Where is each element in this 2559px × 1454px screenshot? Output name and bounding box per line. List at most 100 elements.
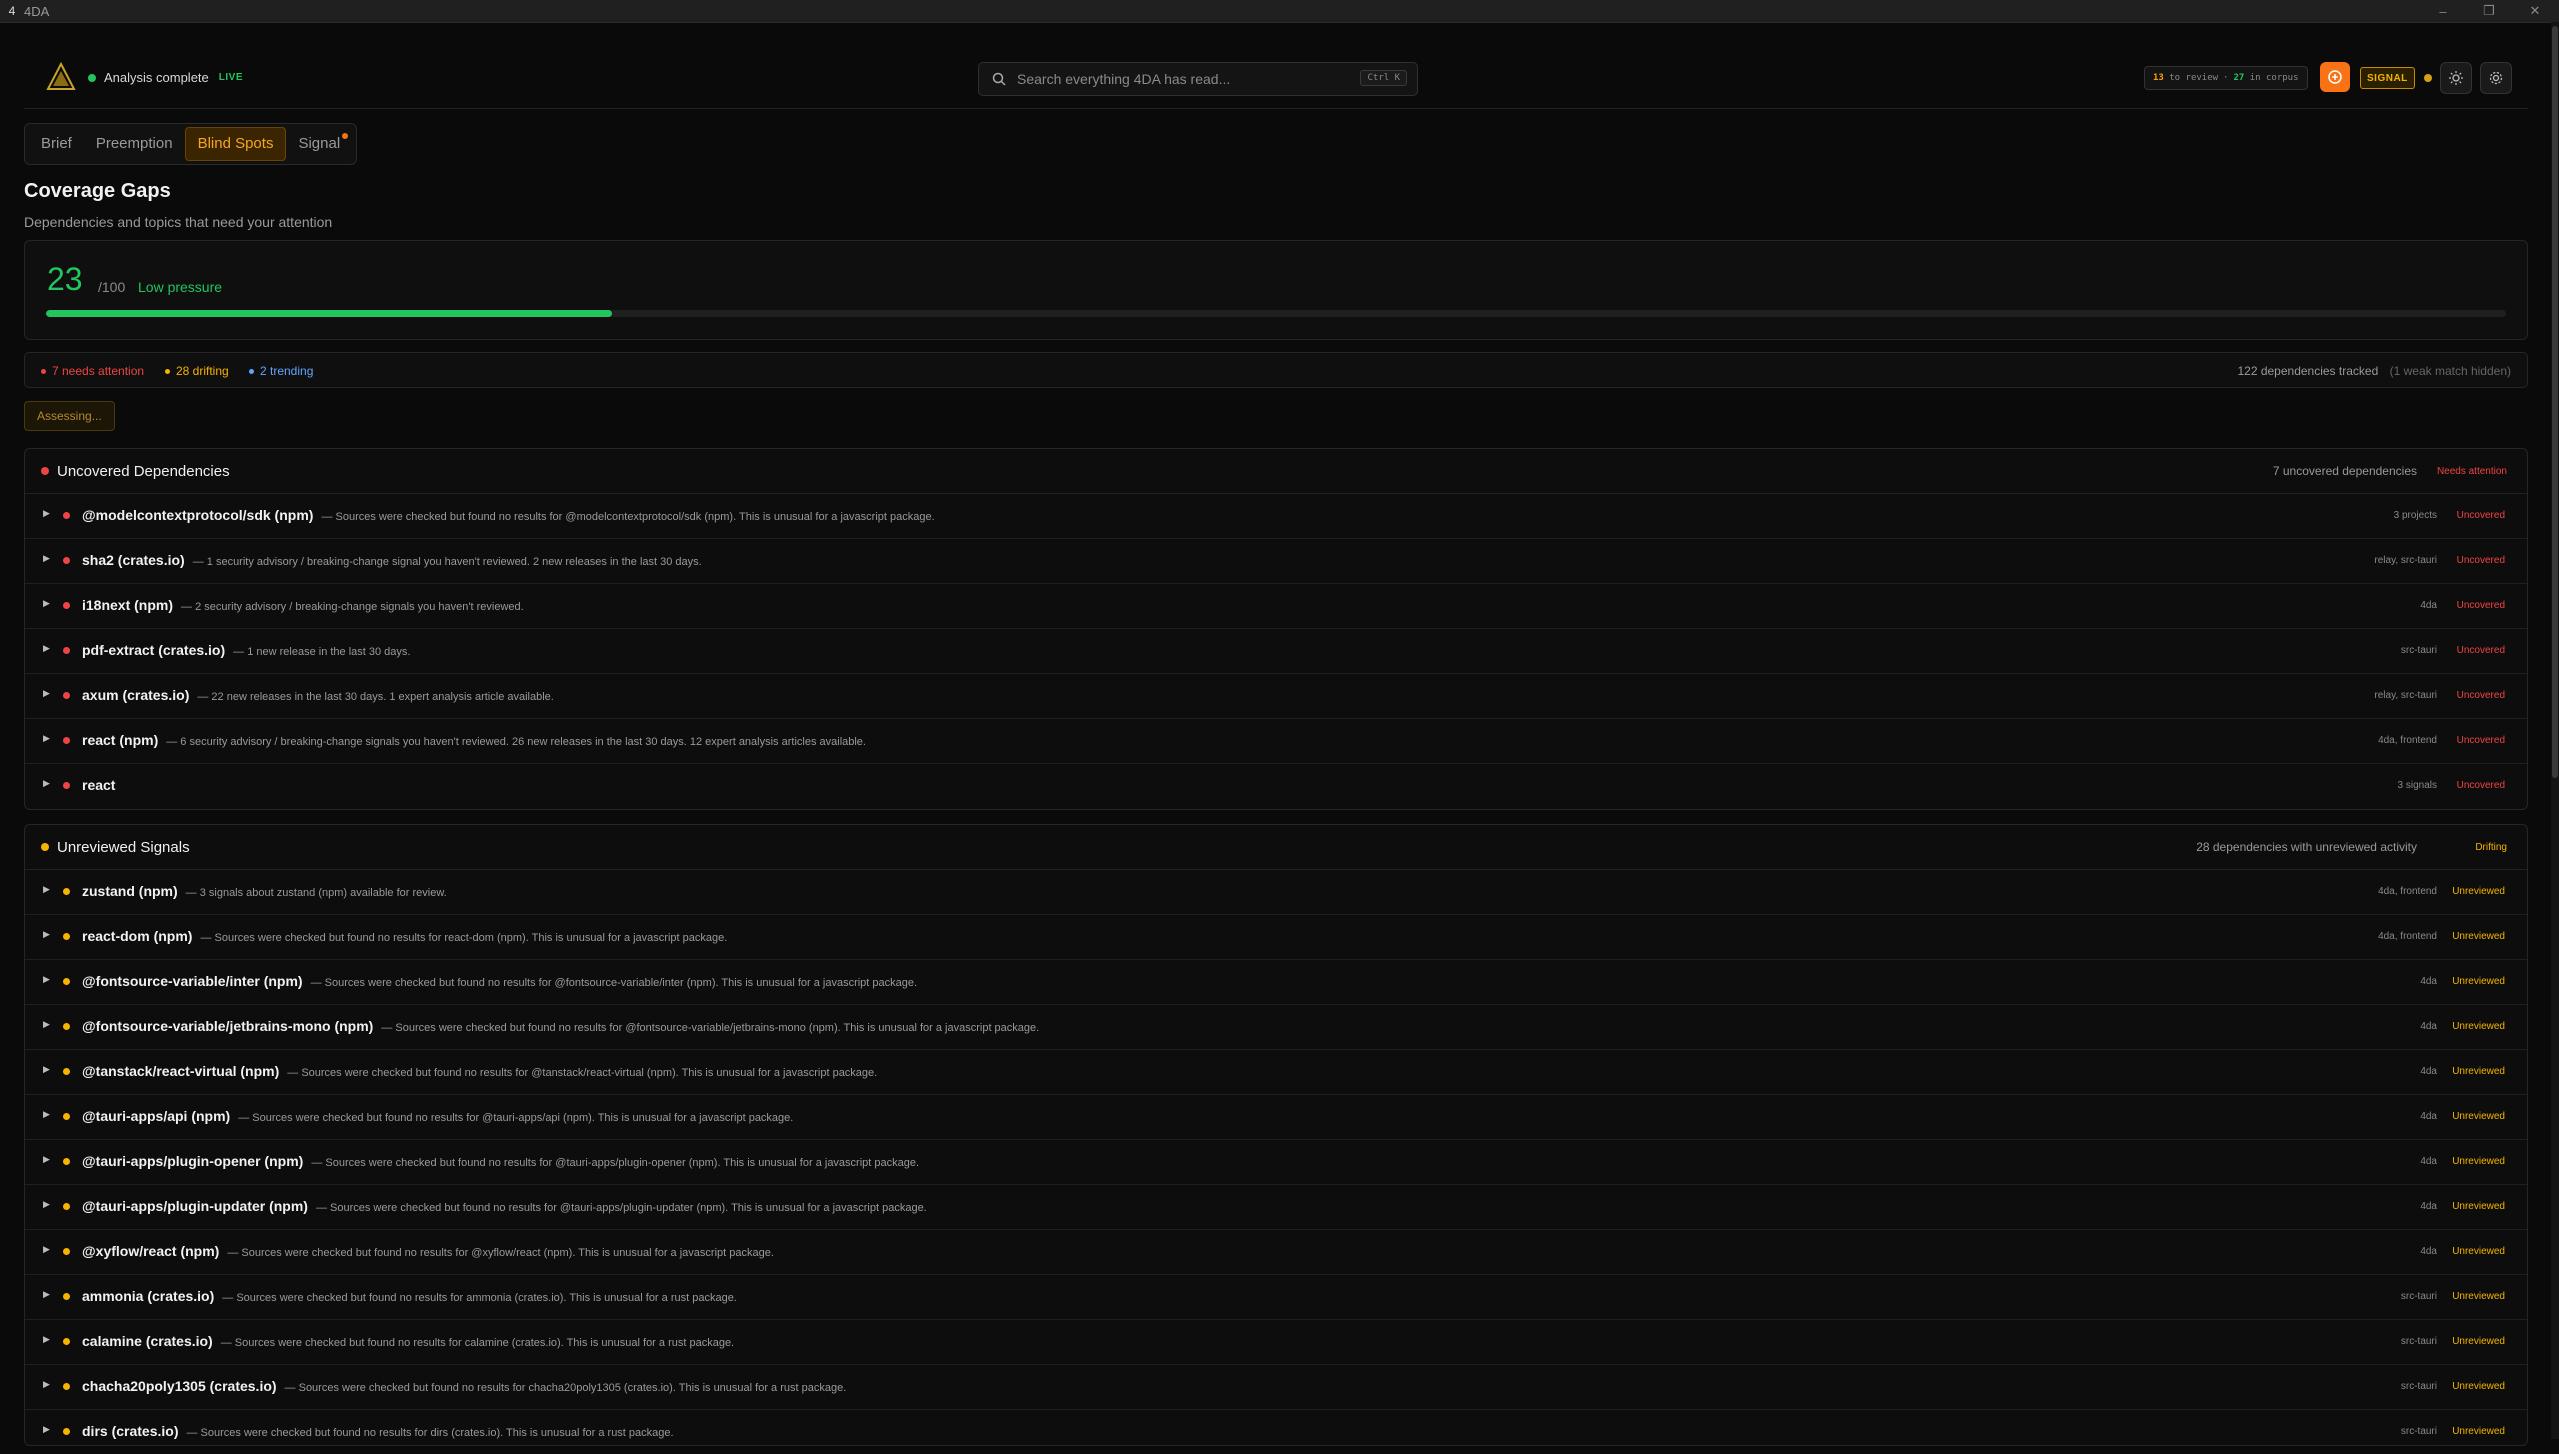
dependency-row[interactable]: ▶ ammonia (crates.io) — Sources were check… [25, 1275, 2527, 1320]
maximize-button[interactable]: ❐ [2466, 0, 2512, 22]
dependency-row[interactable]: ▶ sha2 (crates.io) — 1 security advisory /… [25, 539, 2527, 584]
status-label: Unreviewed [2452, 1201, 2505, 1212]
review-count: 13 [2153, 73, 2164, 83]
dependency-row[interactable]: ▶ react-dom (npm) — Sources were checked b… [25, 915, 2527, 960]
sun-icon [2449, 71, 2463, 85]
dependency-row[interactable]: ▶ calamine (crates.io) — Sources were chec… [25, 1320, 2527, 1365]
status-dot [63, 737, 70, 744]
chevron-right-icon[interactable]: ▶ [43, 974, 50, 985]
dependency-name-text: i18next (npm) [82, 597, 174, 613]
dependency-name: @fontsource-variable/inter (npm) — Source… [82, 973, 917, 989]
dependency-name-text: @fontsource-variable/inter (npm) [82, 973, 303, 989]
review-counter[interactable]: 13 to review · 27 in corpus [2144, 66, 2308, 90]
scrollbar[interactable] [2551, 22, 2559, 1439]
dependency-projects: relay, src-tauri [2374, 690, 2437, 701]
app-icon: 4 [8, 4, 16, 18]
chevron-right-icon[interactable]: ▶ [43, 778, 50, 789]
uncovered-dependencies-section: Uncovered Dependencies 7 uncovered depen… [24, 448, 2528, 810]
drifting-filter[interactable]: 28 drifting [165, 364, 229, 378]
chevron-right-icon[interactable]: ▶ [43, 1199, 50, 1210]
dependency-description: — 1 security advisory / breaking-change … [192, 556, 702, 568]
dependency-row[interactable]: ▶ @fontsource-variable/inter (npm) — Sourc… [25, 960, 2527, 1005]
chevron-right-icon[interactable]: ▶ [43, 733, 50, 744]
signal-badge[interactable]: SIGNAL [2360, 67, 2415, 89]
dependency-row[interactable]: ▶ dirs (crates.io) — Sources were checked … [25, 1410, 2527, 1454]
dependency-description: — Sources were checked but found no resu… [227, 1247, 774, 1259]
dependency-row[interactable]: ▶ react 3 signals Uncovered [25, 764, 2527, 808]
minimize-button[interactable]: – [2420, 0, 2466, 22]
dependency-name: chacha20poly1305 (crates.io) — Sources we… [82, 1378, 846, 1394]
dependency-row[interactable]: ▶ @fontsource-variable/jetbrains-mono (np… [25, 1005, 2527, 1050]
chevron-right-icon[interactable]: ▶ [43, 1109, 50, 1120]
chevron-right-icon[interactable]: ▶ [43, 929, 50, 940]
dependency-row[interactable]: ▶ @tauri-apps/api (npm) — Sources were che… [25, 1095, 2527, 1140]
chevron-right-icon[interactable]: ▶ [43, 1334, 50, 1345]
status-label: Uncovered [2456, 645, 2505, 656]
dependency-projects: 4da, frontend [2378, 931, 2437, 942]
settings-button[interactable] [2480, 62, 2512, 94]
trending-filter[interactable]: 2 trending [249, 364, 313, 378]
chevron-right-icon[interactable]: ▶ [43, 643, 50, 654]
theme-toggle-button[interactable] [2440, 62, 2472, 94]
status-dot [63, 647, 70, 654]
pressure-score-card: 23 /100 Low pressure [24, 240, 2528, 340]
close-window-button[interactable]: ✕ [2512, 0, 2558, 22]
chevron-right-icon[interactable]: ▶ [43, 1379, 50, 1390]
dependency-row[interactable]: ▶ @tauri-apps/plugin-updater (npm) — Sourc… [25, 1185, 2527, 1230]
quick-action-button[interactable] [2320, 62, 2350, 92]
assessing-button[interactable]: Assessing... [24, 401, 115, 431]
search-input[interactable]: Search everything 4DA has read... Ctrl K [978, 62, 1418, 96]
score-progress-track [46, 310, 2506, 317]
status-label: Uncovered [2456, 735, 2505, 746]
status-label: Uncovered [2456, 555, 2505, 566]
chevron-right-icon[interactable]: ▶ [43, 1154, 50, 1165]
gear-icon [2489, 71, 2503, 85]
dependency-row[interactable]: ▶ @tauri-apps/plugin-opener (npm) — Source… [25, 1140, 2527, 1185]
dependency-name-text: pdf-extract (crates.io) [82, 642, 226, 658]
dependency-row[interactable]: ▶ axum (crates.io) — 22 new releases in th… [25, 674, 2527, 719]
dependency-row[interactable]: ▶ chacha20poly1305 (crates.io) — Sources w… [25, 1365, 2527, 1410]
dependency-row[interactable]: ▶ @xyflow/react (npm) — Sources were check… [25, 1230, 2527, 1275]
needs-attention-filter[interactable]: 7 needs attention [41, 364, 144, 378]
dependency-row[interactable]: ▶ zustand (npm) — 3 signals about zustand … [25, 870, 2527, 915]
chevron-right-icon[interactable]: ▶ [43, 1244, 50, 1255]
dependency-name-text: chacha20poly1305 (crates.io) [82, 1378, 277, 1394]
drifting-label: 28 drifting [176, 364, 229, 378]
chevron-right-icon[interactable]: ▶ [43, 508, 50, 519]
status-dot [63, 512, 70, 519]
dependency-description: — Sources were checked but found no resu… [238, 1112, 794, 1124]
scrollbar-thumb[interactable] [2552, 26, 2558, 778]
chevron-right-icon[interactable]: ▶ [43, 884, 50, 895]
dependency-description: — Sources were checked but found no resu… [186, 1427, 674, 1439]
dependency-row[interactable]: ▶ react (npm) — 6 security advisory / brea… [25, 719, 2527, 764]
tab-blind-spots[interactable]: Blind Spots [184, 127, 287, 161]
dependency-row[interactable]: ▶ i18next (npm) — 2 security advisory / br… [25, 584, 2527, 629]
tab-brief[interactable]: Brief [29, 128, 84, 160]
chevron-right-icon[interactable]: ▶ [43, 598, 50, 609]
chevron-right-icon[interactable]: ▶ [43, 1064, 50, 1075]
dependency-name-text: @modelcontextprotocol/sdk (npm) [82, 507, 314, 523]
dependency-projects: 4da, frontend [2378, 735, 2437, 746]
chevron-right-icon[interactable]: ▶ [43, 1424, 50, 1435]
dependency-name-text: @tauri-apps/api (npm) [82, 1108, 231, 1124]
dependency-projects: 3 signals [2397, 780, 2437, 791]
dependency-description: — Sources were checked but found no resu… [222, 1292, 737, 1304]
tab-signal[interactable]: Signal [286, 128, 352, 160]
status-dot [63, 1338, 70, 1345]
notification-dot [342, 133, 349, 139]
chevron-right-icon[interactable]: ▶ [43, 1289, 50, 1300]
score-progress-fill [46, 310, 612, 317]
dependency-row[interactable]: ▶ @tanstack/react-virtual (npm) — Sources … [25, 1050, 2527, 1095]
dependency-description: — 6 security advisory / breaking-change … [166, 736, 866, 748]
dependency-projects: 4da [2420, 1021, 2437, 1032]
chevron-right-icon[interactable]: ▶ [43, 553, 50, 564]
section-flag: Drifting [2475, 842, 2507, 853]
dependency-row[interactable]: ▶ pdf-extract (crates.io) — 1 new release … [25, 629, 2527, 674]
page-title: Coverage Gaps [24, 180, 171, 202]
chevron-right-icon[interactable]: ▶ [43, 688, 50, 699]
chevron-right-icon[interactable]: ▶ [43, 1019, 50, 1030]
section-header[interactable]: Uncovered Dependencies 7 uncovered depen… [25, 449, 2527, 494]
section-header[interactable]: Unreviewed Signals 28 dependencies with … [25, 825, 2527, 870]
tab-preemption[interactable]: Preemption [84, 128, 185, 160]
dependency-row[interactable]: ▶ @modelcontextprotocol/sdk (npm) — Source… [25, 494, 2527, 539]
